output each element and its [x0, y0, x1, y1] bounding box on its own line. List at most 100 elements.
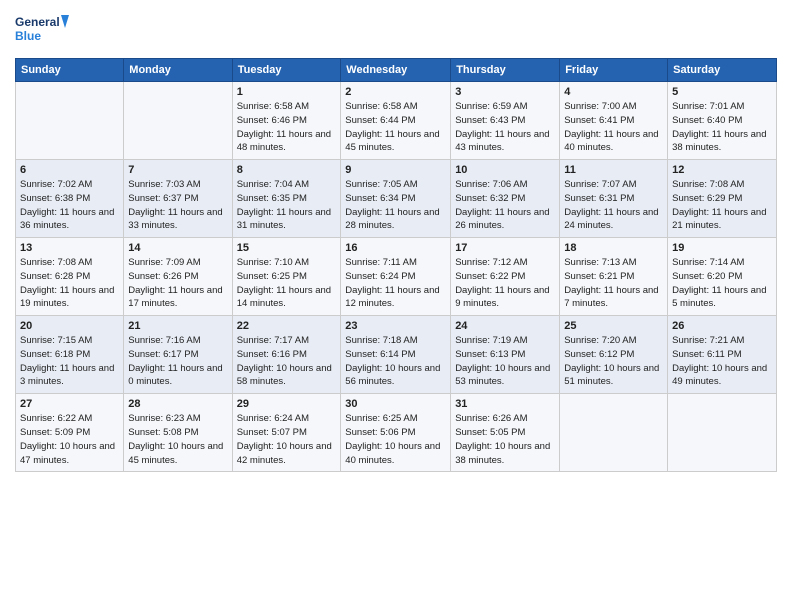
calendar-cell: 17 Sunrise: 7:12 AM Sunset: 6:22 PM Dayli…	[451, 238, 560, 316]
day-info: Sunrise: 6:59 AM Sunset: 6:43 PM Dayligh…	[455, 100, 555, 155]
calendar-row-3: 20 Sunrise: 7:15 AM Sunset: 6:18 PM Dayli…	[16, 316, 777, 394]
day-info: Sunrise: 7:21 AM Sunset: 6:11 PM Dayligh…	[672, 334, 772, 389]
calendar-cell: 19 Sunrise: 7:14 AM Sunset: 6:20 PM Dayli…	[668, 238, 777, 316]
calendar-cell: 4 Sunrise: 7:00 AM Sunset: 6:41 PM Daylig…	[560, 82, 668, 160]
calendar-cell: 1Sunrise: 6:58 AM Sunset: 6:46 PM Daylig…	[232, 82, 341, 160]
day-number: 15	[237, 242, 337, 254]
calendar-cell: 9Sunrise: 7:05 AM Sunset: 6:34 PM Daylig…	[341, 160, 451, 238]
weekday-header-friday: Friday	[560, 59, 668, 82]
day-info: Sunrise: 7:14 AM Sunset: 6:20 PM Dayligh…	[672, 256, 772, 311]
day-number: 4	[564, 86, 663, 98]
day-number: 12	[672, 164, 772, 176]
calendar-row-0: 1Sunrise: 6:58 AM Sunset: 6:46 PM Daylig…	[16, 82, 777, 160]
calendar-cell: 10Sunrise: 7:06 AM Sunset: 6:32 PM Dayli…	[451, 160, 560, 238]
day-info: Sunrise: 6:26 AM Sunset: 5:05 PM Dayligh…	[455, 412, 555, 467]
day-info: Sunrise: 7:08 AM Sunset: 6:29 PM Dayligh…	[672, 178, 772, 233]
calendar-cell: 26 Sunrise: 7:21 AM Sunset: 6:11 PM Dayli…	[668, 316, 777, 394]
day-info: Sunrise: 7:13 AM Sunset: 6:21 PM Dayligh…	[564, 256, 663, 311]
svg-text:Blue: Blue	[15, 29, 41, 43]
calendar-cell: 16 Sunrise: 7:11 AM Sunset: 6:24 PM Dayli…	[341, 238, 451, 316]
day-number: 18	[564, 242, 663, 254]
logo-svg: General Blue	[15, 10, 70, 50]
day-info: Sunrise: 6:24 AM Sunset: 5:07 PM Dayligh…	[237, 412, 337, 467]
calendar-cell: 11 Sunrise: 7:07 AM Sunset: 6:31 PM Dayli…	[560, 160, 668, 238]
day-info: Sunrise: 7:09 AM Sunset: 6:26 PM Dayligh…	[128, 256, 227, 311]
calendar-row-4: 27 Sunrise: 6:22 AM Sunset: 5:09 PM Dayli…	[16, 394, 777, 472]
day-info: Sunrise: 7:20 AM Sunset: 6:12 PM Dayligh…	[564, 334, 663, 389]
weekday-header-thursday: Thursday	[451, 59, 560, 82]
calendar-cell: 12 Sunrise: 7:08 AM Sunset: 6:29 PM Dayli…	[668, 160, 777, 238]
day-info: Sunrise: 6:22 AM Sunset: 5:09 PM Dayligh…	[20, 412, 119, 467]
calendar-cell: 6Sunrise: 7:02 AM Sunset: 6:38 PM Daylig…	[16, 160, 124, 238]
day-number: 27	[20, 398, 119, 410]
day-info: Sunrise: 7:12 AM Sunset: 6:22 PM Dayligh…	[455, 256, 555, 311]
header: General Blue	[15, 10, 777, 50]
day-number: 25	[564, 320, 663, 332]
day-number: 28	[128, 398, 227, 410]
day-number: 24	[455, 320, 555, 332]
day-info: Sunrise: 7:07 AM Sunset: 6:31 PM Dayligh…	[564, 178, 663, 233]
day-info: Sunrise: 7:17 AM Sunset: 6:16 PM Dayligh…	[237, 334, 337, 389]
day-number: 13	[20, 242, 119, 254]
calendar-cell	[124, 82, 232, 160]
calendar-cell: 22Sunrise: 7:17 AM Sunset: 6:16 PM Dayli…	[232, 316, 341, 394]
day-number: 3	[455, 86, 555, 98]
day-info: Sunrise: 7:06 AM Sunset: 6:32 PM Dayligh…	[455, 178, 555, 233]
calendar-row-1: 6Sunrise: 7:02 AM Sunset: 6:38 PM Daylig…	[16, 160, 777, 238]
day-number: 20	[20, 320, 119, 332]
day-number: 26	[672, 320, 772, 332]
weekday-header-saturday: Saturday	[668, 59, 777, 82]
calendar-cell: 7 Sunrise: 7:03 AM Sunset: 6:37 PM Daylig…	[124, 160, 232, 238]
day-number: 1	[237, 86, 337, 98]
calendar-cell: 25 Sunrise: 7:20 AM Sunset: 6:12 PM Dayli…	[560, 316, 668, 394]
day-info: Sunrise: 6:25 AM Sunset: 5:06 PM Dayligh…	[345, 412, 446, 467]
calendar-cell: 3 Sunrise: 6:59 AM Sunset: 6:43 PM Daylig…	[451, 82, 560, 160]
day-info: Sunrise: 7:10 AM Sunset: 6:25 PM Dayligh…	[237, 256, 337, 311]
calendar-cell: 18 Sunrise: 7:13 AM Sunset: 6:21 PM Dayli…	[560, 238, 668, 316]
weekday-header-row: SundayMondayTuesdayWednesdayThursdayFrid…	[16, 59, 777, 82]
day-number: 5	[672, 86, 772, 98]
calendar-cell: 20 Sunrise: 7:15 AM Sunset: 6:18 PM Dayli…	[16, 316, 124, 394]
calendar-cell: 8Sunrise: 7:04 AM Sunset: 6:35 PM Daylig…	[232, 160, 341, 238]
day-number: 21	[128, 320, 227, 332]
calendar-cell: 27 Sunrise: 6:22 AM Sunset: 5:09 PM Dayli…	[16, 394, 124, 472]
weekday-header-sunday: Sunday	[16, 59, 124, 82]
calendar-cell	[560, 394, 668, 472]
day-info: Sunrise: 7:18 AM Sunset: 6:14 PM Dayligh…	[345, 334, 446, 389]
day-info: Sunrise: 7:01 AM Sunset: 6:40 PM Dayligh…	[672, 100, 772, 155]
day-number: 30	[345, 398, 446, 410]
day-info: Sunrise: 6:23 AM Sunset: 5:08 PM Dayligh…	[128, 412, 227, 467]
calendar-cell: 5 Sunrise: 7:01 AM Sunset: 6:40 PM Daylig…	[668, 82, 777, 160]
logo: General Blue	[15, 10, 70, 50]
weekday-header-wednesday: Wednesday	[341, 59, 451, 82]
day-number: 6	[20, 164, 119, 176]
calendar-cell: 29 Sunrise: 6:24 AM Sunset: 5:07 PM Dayli…	[232, 394, 341, 472]
day-number: 23	[345, 320, 446, 332]
day-number: 31	[455, 398, 555, 410]
calendar-cell: 31 Sunrise: 6:26 AM Sunset: 5:05 PM Dayli…	[451, 394, 560, 472]
day-info: Sunrise: 7:04 AM Sunset: 6:35 PM Dayligh…	[237, 178, 337, 233]
calendar-row-2: 13Sunrise: 7:08 AM Sunset: 6:28 PM Dayli…	[16, 238, 777, 316]
calendar-cell: 24 Sunrise: 7:19 AM Sunset: 6:13 PM Dayli…	[451, 316, 560, 394]
day-number: 14	[128, 242, 227, 254]
calendar-cell	[668, 394, 777, 472]
calendar-cell	[16, 82, 124, 160]
day-info: Sunrise: 7:00 AM Sunset: 6:41 PM Dayligh…	[564, 100, 663, 155]
calendar-cell: 28 Sunrise: 6:23 AM Sunset: 5:08 PM Dayli…	[124, 394, 232, 472]
calendar-cell: 13Sunrise: 7:08 AM Sunset: 6:28 PM Dayli…	[16, 238, 124, 316]
day-number: 29	[237, 398, 337, 410]
day-info: Sunrise: 7:05 AM Sunset: 6:34 PM Dayligh…	[345, 178, 446, 233]
day-number: 11	[564, 164, 663, 176]
weekday-header-monday: Monday	[124, 59, 232, 82]
day-number: 16	[345, 242, 446, 254]
day-number: 17	[455, 242, 555, 254]
day-info: Sunrise: 7:19 AM Sunset: 6:13 PM Dayligh…	[455, 334, 555, 389]
calendar-cell: 2Sunrise: 6:58 AM Sunset: 6:44 PM Daylig…	[341, 82, 451, 160]
day-number: 19	[672, 242, 772, 254]
calendar-cell: 15 Sunrise: 7:10 AM Sunset: 6:25 PM Dayli…	[232, 238, 341, 316]
day-info: Sunrise: 7:03 AM Sunset: 6:37 PM Dayligh…	[128, 178, 227, 233]
day-info: Sunrise: 7:15 AM Sunset: 6:18 PM Dayligh…	[20, 334, 119, 389]
day-info: Sunrise: 7:11 AM Sunset: 6:24 PM Dayligh…	[345, 256, 446, 311]
day-number: 7	[128, 164, 227, 176]
day-info: Sunrise: 7:16 AM Sunset: 6:17 PM Dayligh…	[128, 334, 227, 389]
